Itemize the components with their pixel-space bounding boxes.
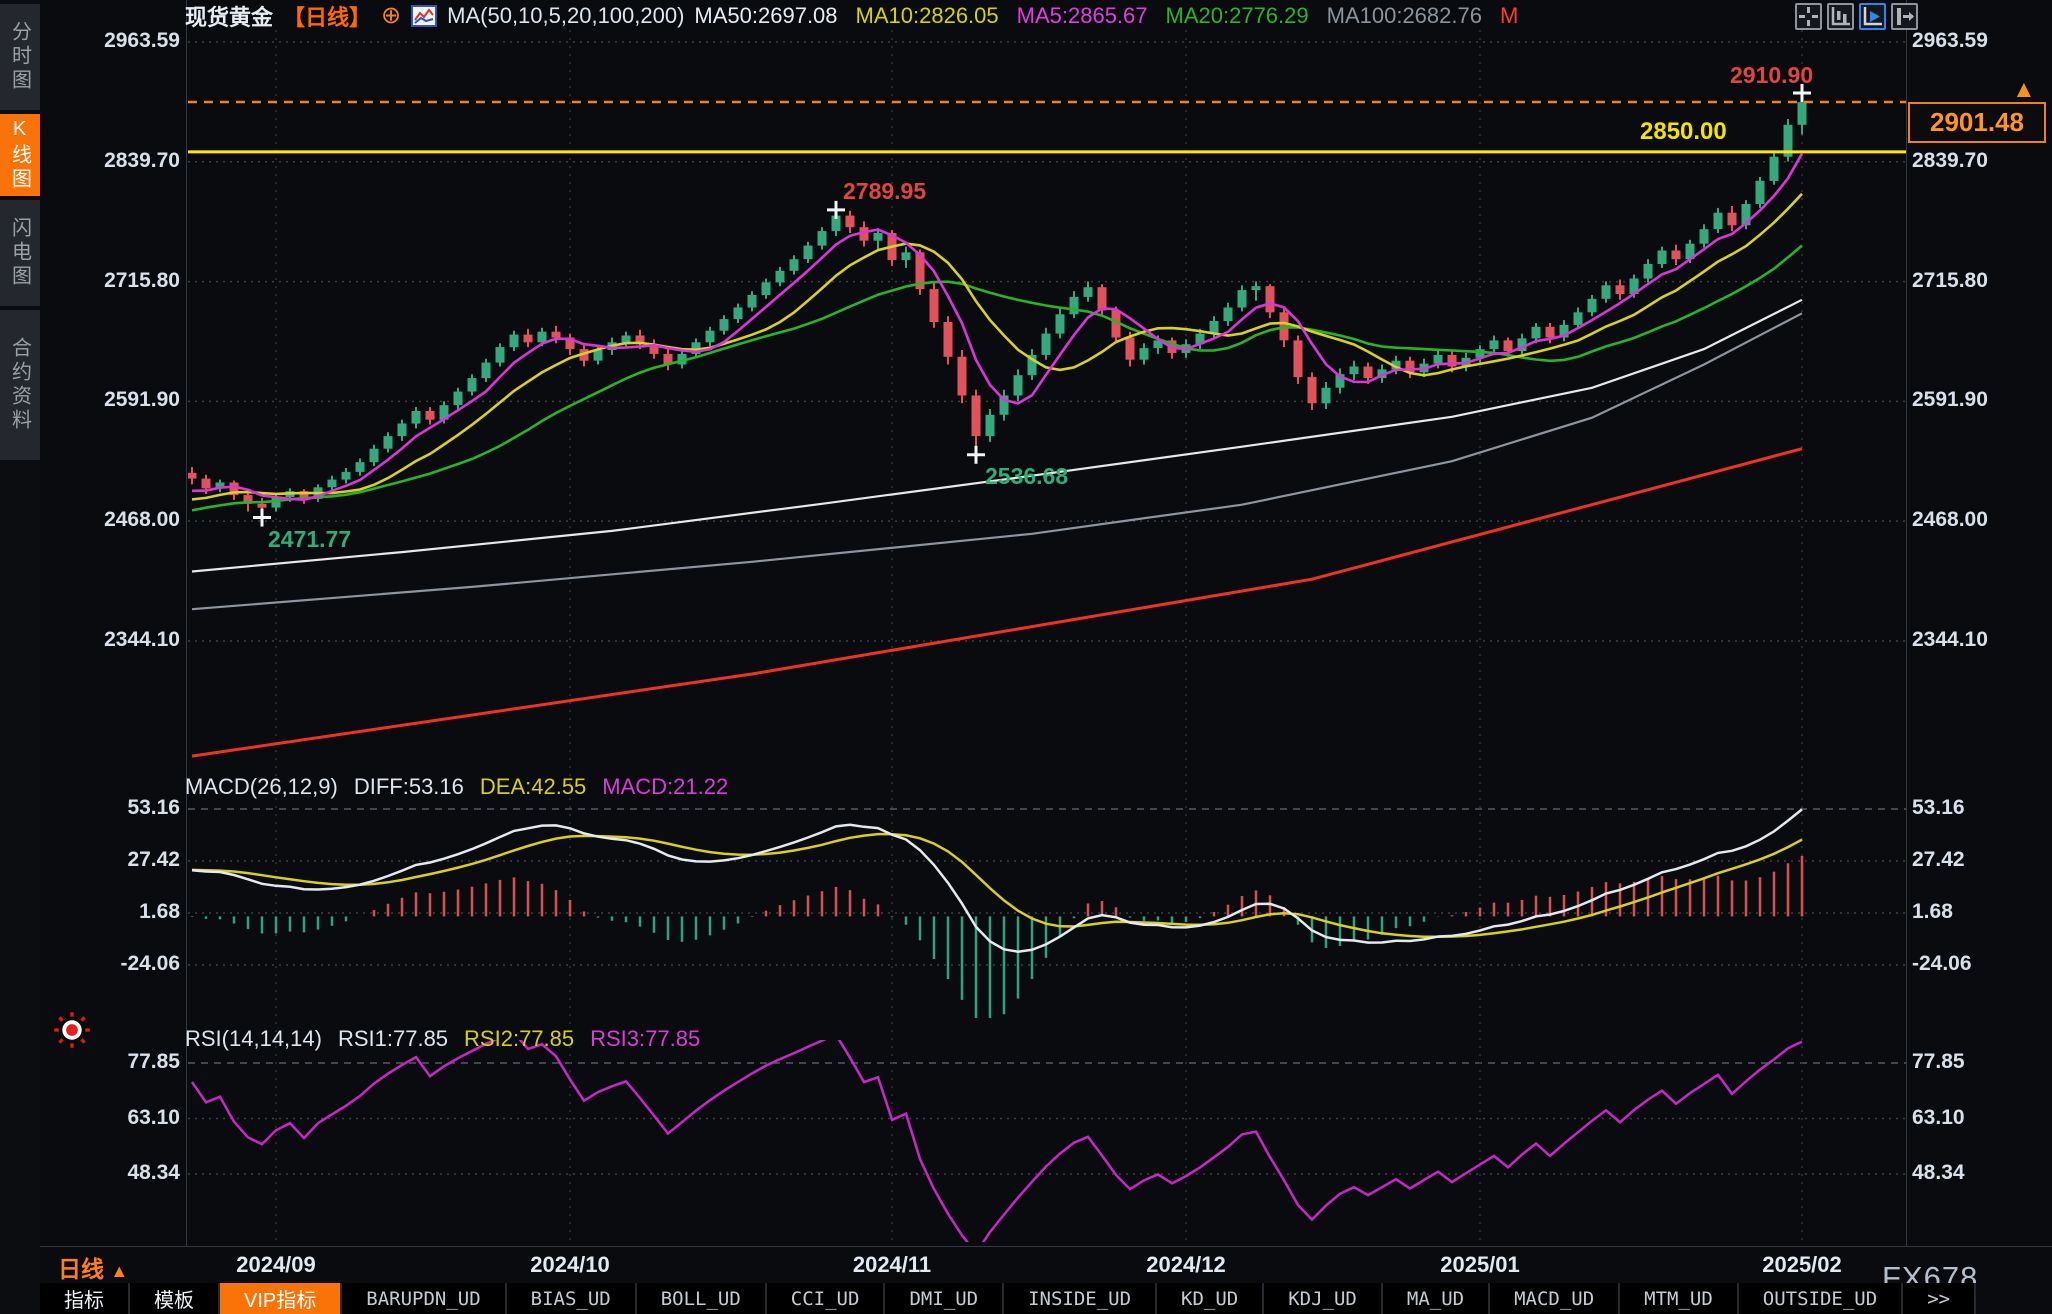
ma-value-2: MA5:2865.67	[1017, 3, 1148, 29]
rsi-value-0: RSI1:77.85	[338, 1026, 448, 1052]
axis-label: 2963.59	[1912, 29, 2046, 53]
indicator-toolbar: 指标模板VIP指标BARUPDN_UDBIAS_UDBOLL_UDCCI_UDD…	[40, 1283, 2052, 1314]
axis-label: 2468.00	[1912, 508, 2046, 532]
period-dropdown-arrow-icon: ▲	[110, 1261, 128, 1281]
ma-value-0: MA50:2697.08	[694, 3, 837, 29]
toolbar-tab--[interactable]: >>	[1903, 1283, 1974, 1314]
toolbar-tab-outside-ud[interactable]: OUTSIDE_UD	[1739, 1283, 1901, 1314]
macd-header: MACD(26,12,9) DIFF:53.16 DEA:42.55 MACD:21…	[185, 774, 728, 800]
rsi-title: RSI(14,14,14)	[185, 1026, 322, 1052]
price-extreme-label: 2789.95	[843, 178, 926, 205]
toolbar-tab-ma-ud[interactable]: MA_UD	[1383, 1283, 1488, 1314]
axis-label: 53.16	[40, 796, 180, 820]
toolbar-tab--[interactable]: 指标	[40, 1283, 128, 1314]
toolbar-tab-vip-[interactable]: VIP指标	[220, 1283, 340, 1314]
axis-label: 63.10	[1912, 1106, 2046, 1130]
period-tag: 【日线】	[283, 0, 371, 32]
toolbar-tab-bias-ud[interactable]: BIAS_UD	[507, 1283, 635, 1314]
toolbar-tab-barupdn-ud[interactable]: BARUPDN_UD	[342, 1283, 504, 1314]
sidebar-item-0[interactable]: 分时图	[0, 4, 40, 110]
macd-value-1: DEA:42.55	[480, 774, 586, 800]
symbol-title: 现货黄金	[185, 0, 273, 32]
axis-label: 2468.00	[40, 508, 180, 532]
ma-value-1: MA10:2826.05	[856, 3, 999, 29]
price-extreme-label: 2910.90	[1730, 62, 1813, 89]
axis-label: 27.42	[1912, 848, 2046, 872]
alert-price-label: 2850.00	[1640, 118, 1727, 146]
ma-value-3: MA20:2776.29	[1166, 3, 1309, 29]
toolbar-tab-macd-ud[interactable]: MACD_UD	[1490, 1283, 1618, 1314]
app-window: 分时图K线图闪电图合约资料 现货黄金 【日线】 ⊕ MA(50,10,5,20,…	[0, 0, 2052, 1314]
macd-value-0: DIFF:53.16	[354, 774, 464, 800]
month-label: 2024/09	[236, 1252, 316, 1278]
macd-title: MACD(26,12,9)	[185, 774, 338, 800]
month-label: 2024/11	[853, 1252, 931, 1278]
axis-label: 48.34	[1912, 1161, 2046, 1185]
axis-label: 53.16	[1912, 796, 2046, 820]
month-label: 2025/01	[1440, 1252, 1520, 1278]
macd-value-2: MACD:21.22	[602, 774, 728, 800]
last-price-box: 2901.48	[1908, 102, 2046, 143]
play-forward-tool-icon[interactable]	[1859, 3, 1886, 30]
ma-value-4: MA100:2682.76	[1327, 3, 1482, 29]
toolbar-tab-kdj-ud[interactable]: KDJ_UD	[1264, 1283, 1381, 1314]
rsi-values: RSI1:77.85 RSI2:77.85 RSI3:77.85	[338, 1026, 700, 1052]
chart-tool-icons	[1795, 3, 1918, 30]
toolbar-tab-dmi-ud[interactable]: DMI_UD	[885, 1283, 1002, 1314]
chart-type-icon[interactable]	[411, 5, 437, 27]
axis-label: 2591.90	[40, 388, 180, 412]
ma-params-label: MA(50,10,5,20,100,200)	[447, 3, 684, 29]
toolbar-tab-cci-ud[interactable]: CCI_UD	[767, 1283, 884, 1314]
toolbar-tab-inside-ud[interactable]: INSIDE_UD	[1004, 1283, 1155, 1314]
axis-label: 2839.70	[40, 149, 180, 173]
rsi-value-1: RSI2:77.85	[464, 1026, 574, 1052]
month-label: 2025/02	[1762, 1252, 1842, 1278]
toolbar-tab-mtm-ud[interactable]: MTM_UD	[1620, 1283, 1737, 1314]
sidebar-item-1[interactable]: K线图	[0, 114, 40, 196]
axis-label: 2839.70	[1912, 149, 2046, 173]
add-overlay-icon[interactable]: ⊕	[381, 5, 401, 27]
price-extreme-label: 2536.68	[985, 463, 1068, 490]
axis-label: 2344.10	[40, 628, 180, 652]
axis-label: 48.34	[40, 1161, 180, 1185]
price-chart-canvas[interactable]	[40, 0, 2052, 1250]
axis-label: 2963.59	[40, 29, 180, 53]
axis-label: 2715.80	[1912, 269, 2046, 293]
macd-values: DIFF:53.16 DEA:42.55 MACD:21.22	[354, 774, 728, 800]
month-label: 2024/12	[1146, 1252, 1226, 1278]
toolbar-spacer	[1976, 1283, 2052, 1314]
chart-mode-sidebar: 分时图K线图闪电图合约资料	[0, 0, 40, 1314]
axis-label: 63.10	[40, 1106, 180, 1130]
price-up-arrow-icon: ▲	[2012, 76, 2036, 104]
sidebar-item-2[interactable]: 闪电图	[0, 200, 40, 306]
crosshair-tool-icon[interactable]	[1795, 3, 1822, 30]
chart-header: 现货黄金 【日线】 ⊕ MA(50,10,5,20,100,200) MA50:…	[185, 3, 1518, 29]
toolbar-tab-kd-ud[interactable]: KD_UD	[1157, 1283, 1262, 1314]
chart-area: 现货黄金 【日线】 ⊕ MA(50,10,5,20,100,200) MA50:…	[40, 0, 2052, 1314]
axis-label: -24.06	[1912, 952, 2046, 976]
ma-value-5: M	[1500, 3, 1518, 29]
price-extreme-label: 2471.77	[268, 526, 351, 553]
axis-label: 77.85	[1912, 1050, 2046, 1074]
axis-label: 2591.90	[1912, 388, 2046, 412]
axis-label: 27.42	[40, 848, 180, 872]
axis-label: -24.06	[40, 952, 180, 976]
month-label: 2024/10	[530, 1252, 610, 1278]
axis-label: 2344.10	[1912, 628, 2046, 652]
period-selector[interactable]: 日线 ▲	[58, 1250, 128, 1284]
axis-label: 1.68	[40, 900, 180, 924]
live-indicator-icon	[52, 1010, 92, 1055]
toolbar-tab-boll-ud[interactable]: BOLL_UD	[637, 1283, 765, 1314]
axis-label: 1.68	[1912, 900, 2046, 924]
axis-label: 2715.80	[40, 269, 180, 293]
ma-values: MA50:2697.08 MA10:2826.05 MA5:2865.67 MA20:…	[694, 3, 1518, 29]
rsi-header: RSI(14,14,14) RSI1:77.85 RSI2:77.85 RSI3:7…	[185, 1026, 700, 1052]
pan-right-tool-icon[interactable]	[1891, 3, 1918, 30]
rsi-value-2: RSI3:77.85	[590, 1026, 700, 1052]
sidebar-item-3[interactable]: 合约资料	[0, 310, 40, 460]
toolbar-tab--[interactable]: 模板	[130, 1283, 218, 1314]
axis-scale-tool-icon[interactable]	[1827, 3, 1854, 30]
